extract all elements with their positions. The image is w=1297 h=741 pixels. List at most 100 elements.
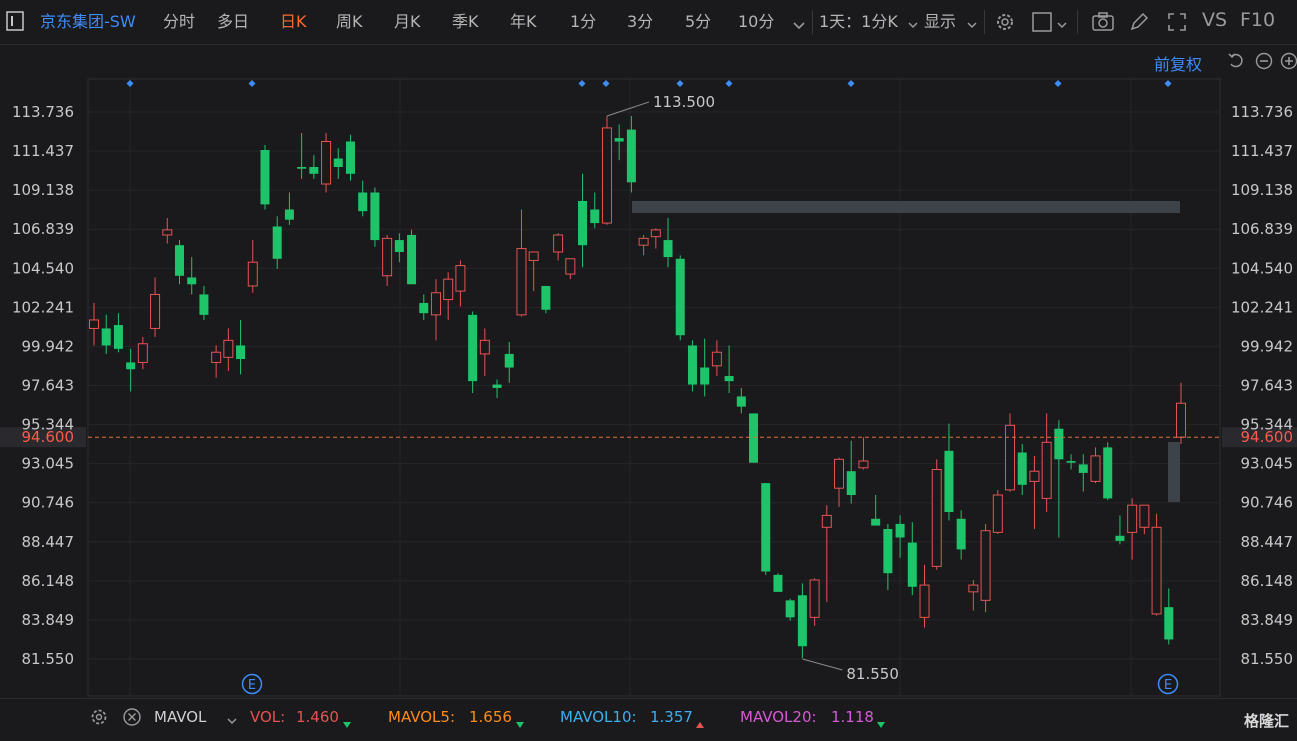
undo-icon[interactable]	[1227, 52, 1245, 70]
candle[interactable]	[333, 148, 343, 179]
candle[interactable]	[565, 258, 576, 280]
candle[interactable]	[430, 279, 441, 341]
candle[interactable]	[101, 314, 111, 354]
candle[interactable]	[858, 437, 869, 470]
candle[interactable]	[700, 338, 710, 397]
candle[interactable]	[871, 494, 881, 526]
candle[interactable]	[1041, 413, 1052, 512]
chevron-down-icon[interactable]	[907, 16, 919, 29]
range-select[interactable]: 1天：1分K	[819, 12, 898, 32]
candle[interactable]	[1017, 444, 1027, 495]
candle[interactable]	[479, 328, 490, 377]
tab-quarterly-k[interactable]: 季K	[452, 12, 479, 32]
earnings-marker-icon[interactable]: E	[1157, 673, 1179, 695]
candle[interactable]	[162, 217, 173, 244]
tab-weekly-k[interactable]: 周K	[336, 12, 363, 32]
candle[interactable]	[956, 510, 966, 560]
fullscreen-icon[interactable]	[1166, 11, 1188, 33]
kline-chart-area[interactable]: 94.600 94.600 113.500 81.550 E E 113.736 113.7…	[0, 44, 1297, 698]
earnings-marker-icon[interactable]: E	[241, 673, 263, 695]
candle[interactable]	[931, 459, 942, 570]
candle[interactable]	[150, 277, 161, 337]
candle[interactable]	[1139, 504, 1150, 535]
tab-monthly-k[interactable]: 月K	[394, 12, 421, 32]
candle[interactable]	[663, 217, 673, 268]
zoom-out-icon[interactable]	[1255, 52, 1273, 70]
candle[interactable]	[1176, 382, 1186, 445]
candle[interactable]	[223, 328, 234, 371]
candle[interactable]	[345, 134, 355, 181]
candle[interactable]	[1103, 442, 1113, 501]
tab-10min[interactable]: 10分	[738, 12, 774, 32]
candle[interactable]	[1151, 513, 1162, 616]
candle[interactable]	[992, 489, 1003, 535]
candle[interactable]	[1066, 454, 1076, 470]
event-diamond-icon[interactable]	[1054, 80, 1062, 87]
candle[interactable]	[846, 440, 856, 504]
candle[interactable]	[834, 457, 845, 507]
tab-yearly-k[interactable]: 年K	[510, 12, 537, 32]
candle[interactable]	[199, 285, 209, 320]
chevron-down-icon[interactable]	[226, 712, 238, 725]
adjust-mode-label[interactable]: 前复权	[1154, 51, 1202, 75]
candle[interactable]	[174, 240, 184, 285]
candle[interactable]	[492, 379, 502, 399]
candle[interactable]	[895, 515, 905, 558]
candle[interactable]	[236, 319, 246, 375]
tab-intraday[interactable]: 分时	[163, 12, 195, 32]
candle[interactable]	[211, 345, 222, 378]
candle[interactable]	[919, 564, 930, 628]
candle[interactable]	[541, 285, 551, 314]
candle[interactable]	[272, 216, 282, 269]
candle[interactable]	[1078, 454, 1088, 492]
camera-icon[interactable]	[1091, 11, 1115, 33]
stock-name[interactable]: 京东集团-SW	[40, 12, 136, 32]
candle[interactable]	[761, 483, 771, 575]
chevron-down-icon[interactable]	[792, 16, 806, 30]
gear-icon[interactable]	[994, 11, 1016, 33]
candle[interactable]	[590, 192, 600, 229]
candle[interactable]	[553, 233, 564, 261]
candle[interactable]	[504, 342, 514, 383]
event-diamond-icon[interactable]	[676, 80, 684, 87]
chevron-down-icon[interactable]	[966, 16, 978, 29]
candle[interactable]	[309, 155, 319, 179]
candle[interactable]	[711, 340, 722, 377]
candle[interactable]	[382, 234, 393, 286]
candle[interactable]	[407, 229, 417, 285]
candle[interactable]	[1164, 588, 1174, 645]
candle[interactable]	[297, 133, 307, 179]
candle[interactable]	[443, 272, 454, 320]
candle[interactable]	[736, 387, 746, 414]
candle[interactable]	[1090, 447, 1101, 484]
candle[interactable]	[578, 173, 588, 268]
candle[interactable]	[626, 116, 636, 193]
candle[interactable]	[528, 251, 539, 292]
candle[interactable]	[1029, 455, 1040, 529]
event-diamond-icon[interactable]	[578, 80, 586, 87]
candle[interactable]	[419, 294, 429, 320]
candle[interactable]	[370, 187, 380, 247]
candle[interactable]	[516, 209, 527, 317]
zoom-in-icon[interactable]	[1280, 52, 1297, 70]
display-menu[interactable]: 显示	[924, 12, 956, 32]
gear-icon[interactable]	[89, 707, 109, 727]
candle[interactable]	[321, 133, 332, 193]
candle[interactable]	[187, 257, 197, 295]
pencil-icon[interactable]	[1128, 11, 1150, 33]
candle[interactable]	[137, 336, 148, 370]
event-diamond-icon[interactable]	[725, 80, 733, 87]
candle[interactable]	[394, 233, 404, 263]
candle[interactable]	[785, 598, 795, 621]
candle[interactable]	[455, 260, 466, 307]
layout-square-icon[interactable]	[1031, 11, 1053, 33]
event-diamond-icon[interactable]	[602, 80, 610, 87]
candle[interactable]	[773, 573, 783, 592]
candle[interactable]	[89, 302, 99, 346]
f10-button[interactable]: F10	[1240, 10, 1275, 30]
tab-3min[interactable]: 3分	[627, 12, 653, 32]
tab-daily-k[interactable]: 日K	[280, 12, 307, 32]
candle[interactable]	[1005, 413, 1016, 492]
candle[interactable]	[638, 234, 649, 256]
candle[interactable]	[113, 313, 123, 353]
